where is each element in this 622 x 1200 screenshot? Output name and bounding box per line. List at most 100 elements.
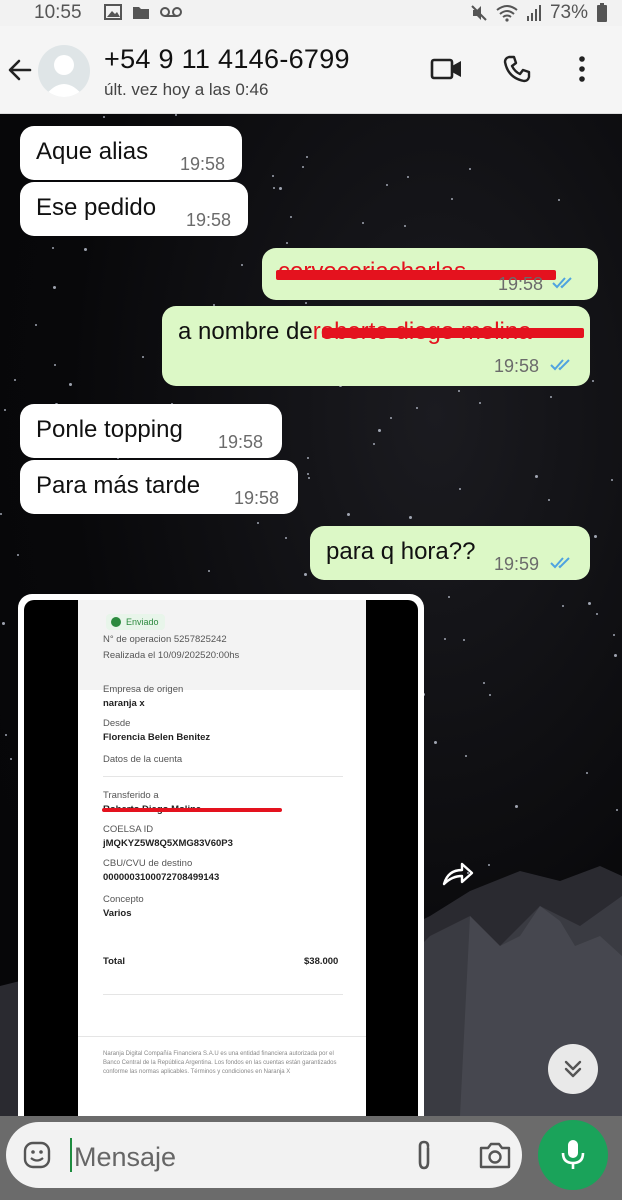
star <box>586 772 588 774</box>
star <box>489 694 491 696</box>
receipt-image[interactable]: Enviado N° de operacion 5257825242 Reali… <box>24 600 418 1116</box>
camera-icon[interactable] <box>478 1140 512 1170</box>
origin-value: naranja x <box>103 698 145 709</box>
star <box>448 596 450 598</box>
star <box>362 222 364 224</box>
star <box>17 554 19 556</box>
avatar[interactable] <box>38 45 90 97</box>
star <box>35 324 37 326</box>
message-out[interactable]: cerveceriacharlas 19:58 <box>262 248 598 300</box>
star <box>611 479 613 481</box>
star <box>459 488 461 490</box>
message-out[interactable]: a nombre deroberto diego molina 19:58 <box>162 306 590 386</box>
message-input[interactable]: Mensaje <box>6 1122 522 1188</box>
star <box>103 116 105 118</box>
star <box>613 634 615 636</box>
more-vert-icon[interactable] <box>572 54 592 84</box>
star <box>407 176 409 178</box>
message-placeholder: Mensaje <box>74 1142 177 1172</box>
coelsa-label: COELSA ID <box>103 824 154 835</box>
star <box>562 605 564 607</box>
star <box>404 225 406 227</box>
contact-name[interactable]: +54 9 11 4146-6799 <box>104 44 350 75</box>
star <box>69 383 72 386</box>
star <box>272 175 274 177</box>
message-text: Aque alias <box>36 138 149 165</box>
star <box>390 417 392 419</box>
message-time: 19:58 <box>218 432 264 452</box>
message-out[interactable]: para q hora?? 19:59 <box>310 526 590 580</box>
chat-area[interactable]: Aque alias 19:58 Ese pedido 19:58 cervec… <box>0 114 622 1116</box>
from-value: Florencia Belen Benitez <box>103 732 211 743</box>
star <box>53 286 56 289</box>
gallery-icon <box>104 4 122 20</box>
star <box>290 216 292 218</box>
star <box>386 184 388 186</box>
star <box>306 156 308 158</box>
star <box>2 622 5 625</box>
star <box>273 187 275 189</box>
double-check-icon <box>550 359 570 371</box>
star <box>307 473 309 475</box>
star <box>444 638 446 640</box>
transfer-receipt: Enviado N° de operacion 5257825242 Reali… <box>78 600 366 1116</box>
message-in[interactable]: Para más tarde 19:58 <box>20 460 298 514</box>
star <box>302 166 304 168</box>
mic-button[interactable] <box>538 1120 608 1190</box>
status-bar: 10:55 73% <box>0 0 622 26</box>
message-in[interactable]: Ese pedido 19:58 <box>20 182 248 236</box>
total-value: $38.000 <box>304 956 339 967</box>
signal-icon <box>526 5 541 21</box>
star <box>308 477 310 479</box>
to-label: Transferido a <box>103 790 159 801</box>
star <box>305 302 307 304</box>
star <box>4 409 6 411</box>
total-label: Total <box>103 956 125 967</box>
message-in[interactable]: Aque alias 19:58 <box>20 126 242 180</box>
star <box>535 475 538 478</box>
concept-label: Concepto <box>103 894 144 905</box>
attach-icon[interactable] <box>412 1140 436 1172</box>
star <box>548 499 550 501</box>
account-label: Datos de la cuenta <box>103 754 183 765</box>
back-arrow-icon[interactable] <box>6 56 34 84</box>
star <box>465 755 467 757</box>
star <box>279 187 282 190</box>
scroll-to-bottom-button[interactable] <box>548 1044 598 1094</box>
message-time: 19:58 <box>494 356 540 376</box>
star <box>5 734 7 736</box>
status-badge: Enviado <box>106 614 165 630</box>
star <box>175 114 177 116</box>
coelsa-value: jMQKYZ5W8Q5XMG83V60P3 <box>103 838 233 849</box>
check-circle-icon <box>111 617 121 627</box>
star <box>373 443 375 445</box>
avatar-icon <box>44 55 84 97</box>
chevron-double-down-icon <box>564 1060 582 1078</box>
chat-header: +54 9 11 4146-6799 últ. vez hoy a las 0:… <box>0 26 622 114</box>
star <box>469 168 471 170</box>
status-notification-icons <box>104 4 182 20</box>
star <box>614 654 617 657</box>
message-in[interactable]: Ponle topping 19:58 <box>20 404 282 458</box>
origin-label: Empresa de origen <box>103 684 184 695</box>
star <box>451 198 453 200</box>
message-text: Para más tarde <box>36 472 201 499</box>
star <box>10 758 12 760</box>
composer-bar: Mensaje <box>0 1116 622 1200</box>
operation-date: Realizada el 10/09/202520:00hs <box>103 650 240 661</box>
emoji-icon[interactable] <box>22 1140 52 1170</box>
star <box>588 602 591 605</box>
star <box>483 682 485 684</box>
message-text-prefix: a nombre de <box>178 318 313 345</box>
phone-icon[interactable] <box>502 54 532 84</box>
image-message[interactable]: Enviado N° de operacion 5257825242 Reali… <box>18 594 424 1116</box>
message-text: Ese pedido <box>36 194 157 221</box>
star <box>241 264 243 266</box>
star <box>286 242 288 244</box>
double-check-icon <box>552 277 572 289</box>
message-time: 19:58 <box>498 274 544 294</box>
video-call-icon[interactable] <box>430 54 464 84</box>
forward-icon[interactable] <box>440 860 476 890</box>
star <box>52 247 54 249</box>
battery-icon <box>597 3 607 22</box>
